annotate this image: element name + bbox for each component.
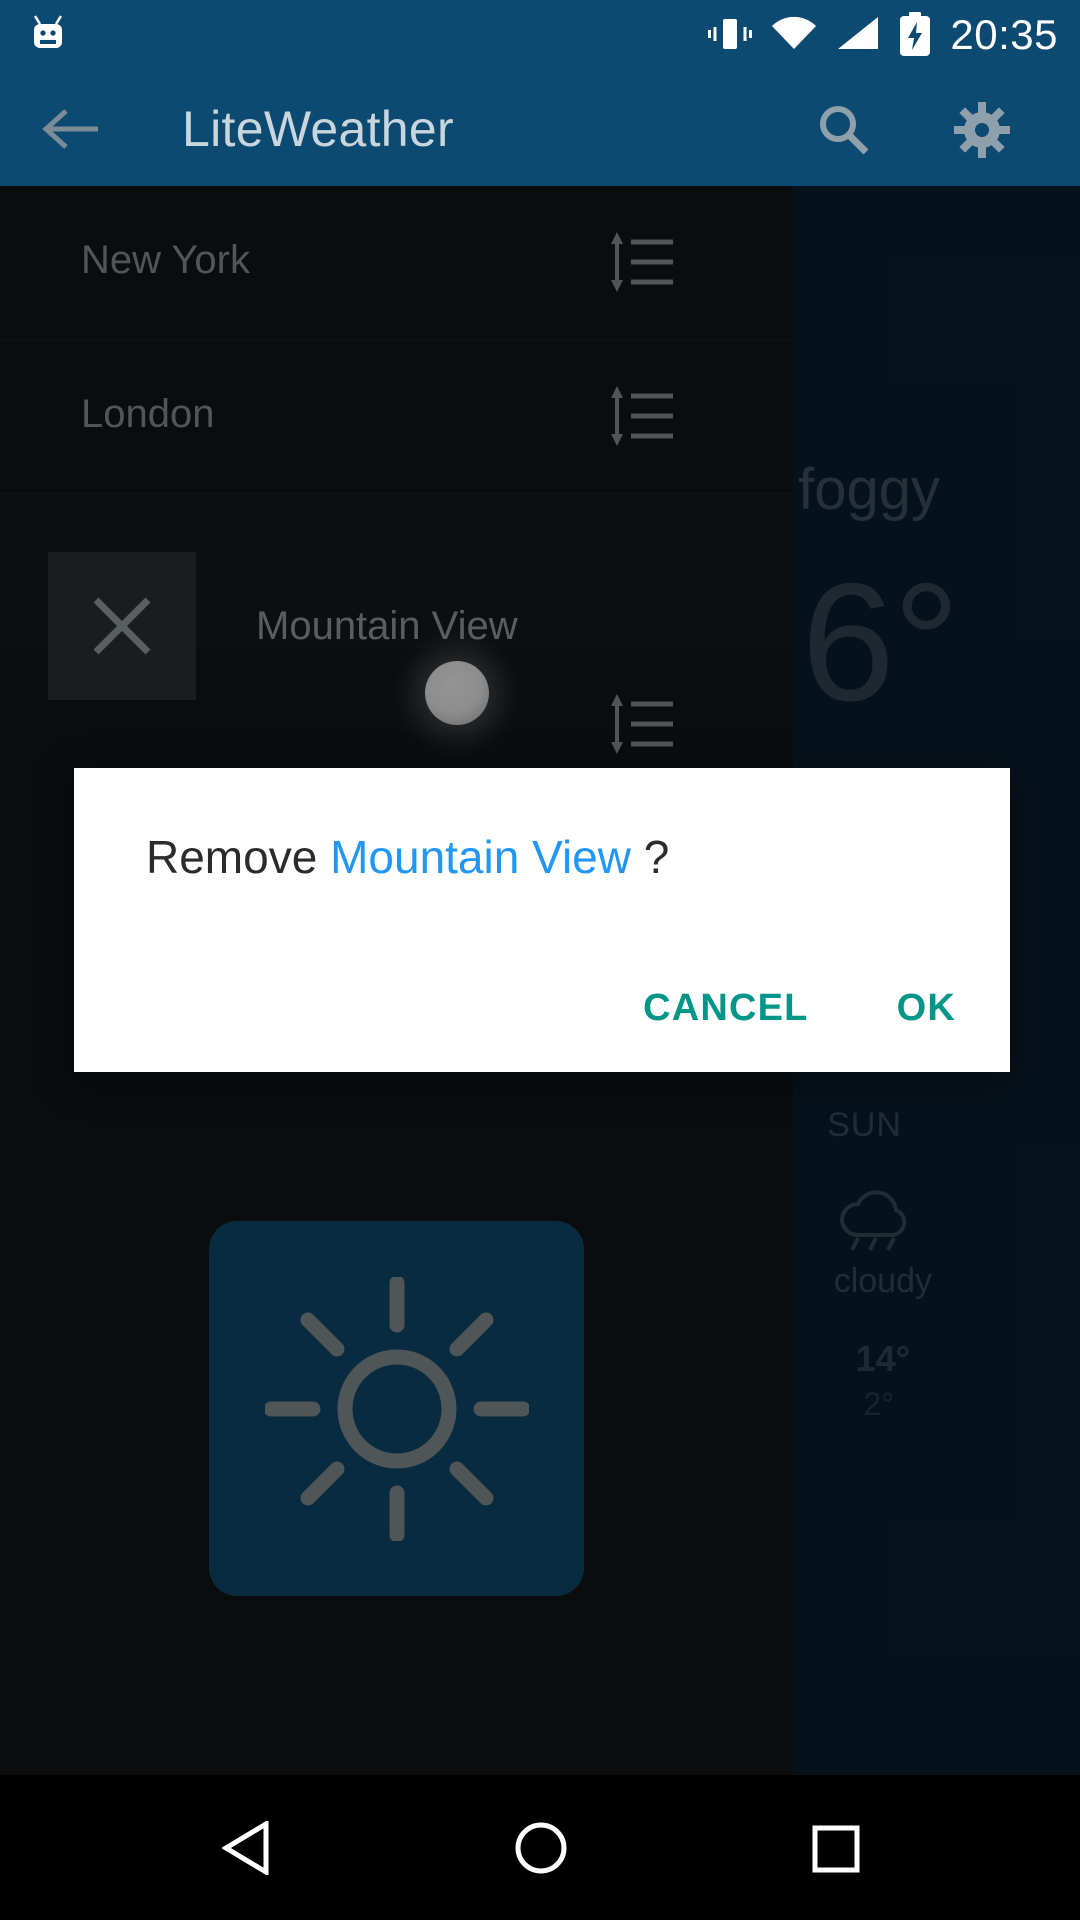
gear-icon[interactable]	[954, 102, 1010, 158]
back-arrow-icon[interactable]	[42, 105, 100, 153]
status-bar: 20:35	[0, 0, 1080, 72]
nav-recents-square-icon[interactable]	[812, 1825, 860, 1873]
cancel-button[interactable]: CANCEL	[629, 979, 823, 1038]
status-clock: 20:35	[950, 10, 1058, 58]
phone-screen: foggy 6° 0° SUN cloudy 14° 2° New York	[0, 0, 1080, 1920]
nav-home-circle-icon[interactable]	[514, 1821, 568, 1875]
dialog-button-row: CANCEL OK	[629, 979, 970, 1038]
system-nav-bar	[0, 1775, 1080, 1920]
remove-city-dialog: Remove Mountain View ? CANCEL OK	[74, 768, 1010, 1072]
nav-back-triangle-icon[interactable]	[221, 1819, 272, 1877]
ok-button[interactable]: OK	[883, 979, 970, 1038]
dialog-message: Remove Mountain View ?	[146, 830, 669, 884]
dialog-message-city: Mountain View	[330, 831, 631, 883]
android-mascot-icon	[26, 12, 70, 56]
dialog-message-suffix: ?	[630, 831, 670, 883]
search-icon[interactable]	[818, 104, 870, 156]
signal-icon	[836, 15, 880, 58]
page-title: LiteWeather	[182, 101, 454, 157]
dialog-message-prefix: Remove	[146, 831, 331, 883]
action-bar: LiteWeather	[0, 72, 1080, 186]
status-icons: 20:35	[708, 0, 1058, 72]
wifi-icon	[770, 15, 818, 58]
battery-charging-icon	[898, 11, 932, 61]
vibrate-icon	[708, 14, 753, 59]
